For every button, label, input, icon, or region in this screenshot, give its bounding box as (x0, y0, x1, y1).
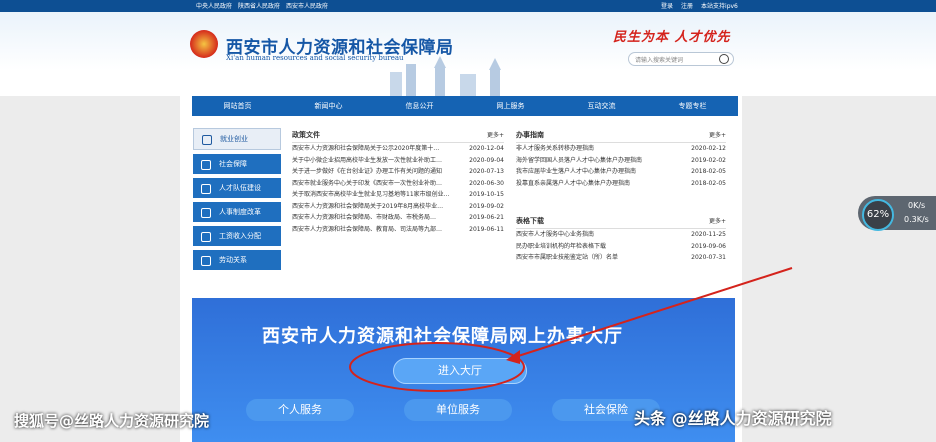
cpu-percent: 62% (862, 199, 894, 231)
network-speed-badge: 62% 0K/s 0.3K/s (858, 196, 936, 231)
annotation-circle (349, 342, 525, 392)
upload-speed: 0K/s (908, 201, 926, 210)
annotation-arrow (511, 267, 793, 359)
download-speed: 0.3K/s (904, 215, 929, 224)
watermark-right: 头条 @丝路人力资源研究院 (634, 409, 832, 428)
watermark-left: 搜狐号@丝路人力资源研究院 (14, 412, 210, 430)
annotation-arrow-layer (349, 267, 793, 392)
